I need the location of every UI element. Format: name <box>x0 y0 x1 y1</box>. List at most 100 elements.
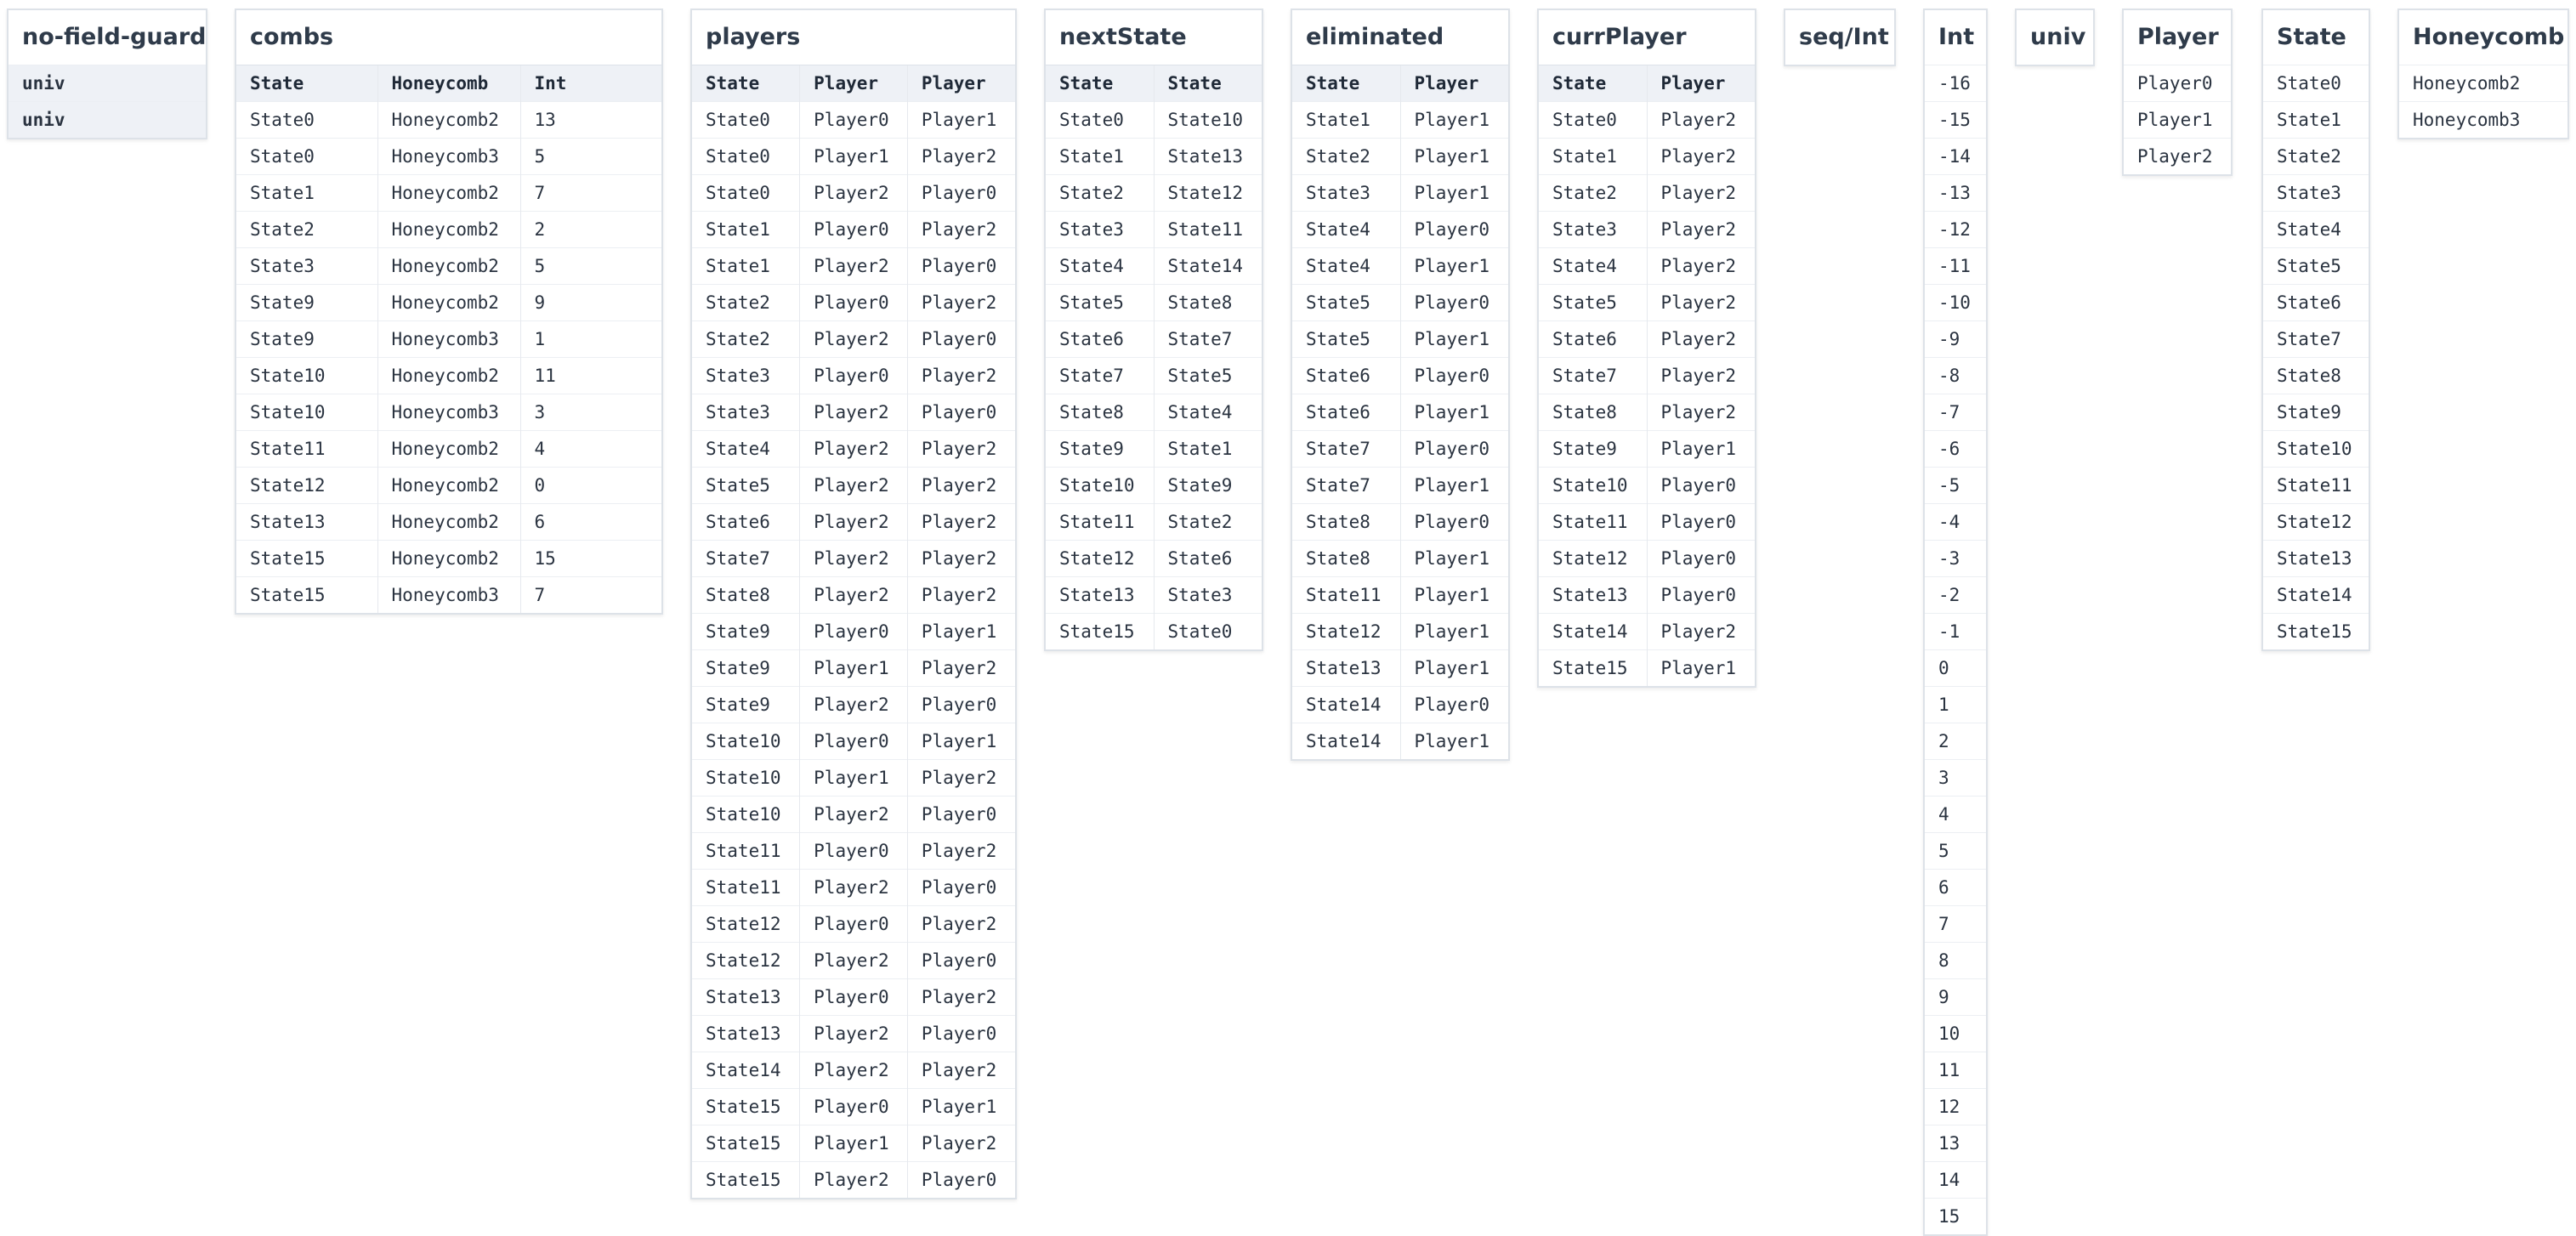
table-cell: Player2 <box>1646 101 1755 139</box>
table-cell: State9 <box>1153 467 1262 504</box>
relation-table: State Honeycomb Int State0 Honeycomb2 13 State… <box>236 65 661 613</box>
table-cell: 4 <box>1925 796 1986 833</box>
table-cell: State9 <box>692 649 800 687</box>
table-cell: Player2 <box>1646 174 1755 212</box>
table-cell: Honeycomb2 <box>377 247 520 285</box>
table-row: -10 <box>1925 284 1986 321</box>
table-row: State6 Player2 Player2 <box>692 503 1015 541</box>
table-row: -5 <box>1925 467 1986 504</box>
table-cell: State11 <box>692 832 800 870</box>
table-row: State0 Player2 <box>1539 101 1755 139</box>
table-cell: State14 <box>1292 723 1400 759</box>
table-cell: Player2 <box>1646 357 1755 394</box>
table-row: State11 Player0 <box>1539 503 1755 541</box>
table-row: -6 <box>1925 430 1986 468</box>
table-cell: Player2 <box>906 211 1015 248</box>
header-row: State Honeycomb Int <box>236 65 661 102</box>
table-row: State14 <box>2263 576 2369 614</box>
table-cell: Player0 <box>799 1088 908 1125</box>
table-row: State10 <box>2263 430 2369 468</box>
table-cell: 9 <box>1925 978 1986 1016</box>
table-row: -4 <box>1925 503 1986 541</box>
relation-table: Honeycomb2 Honeycomb3 <box>2399 65 2567 138</box>
column-header: State <box>236 65 377 102</box>
table-row: State1 Player0 Player2 <box>692 211 1015 248</box>
table-cell: State0 <box>692 101 800 139</box>
table-cell: Honeycomb3 <box>377 394 520 431</box>
table-cell: State9 <box>692 613 800 650</box>
table-cell: State0 <box>692 174 800 212</box>
table-row: State5 Player0 <box>1292 284 1508 321</box>
table-cell: State15 <box>2263 613 2369 649</box>
table-cell: State8 <box>2263 357 2369 394</box>
table-cell: Player2 <box>799 1161 908 1198</box>
table-cell: Player2 <box>906 540 1015 577</box>
table-title: Honeycomb <box>2413 24 2565 50</box>
table-cell: Honeycomb2 <box>377 284 520 321</box>
table-cell: State12 <box>1046 540 1154 577</box>
table-row: 3 <box>1925 759 1986 797</box>
table-cell: Player2 <box>906 1125 1015 1162</box>
table-cell: Player2 <box>799 247 908 285</box>
table-cell: State5 <box>1292 284 1400 321</box>
table-cell: State15 <box>236 540 377 577</box>
table-row: State12 Player0 Player2 <box>692 905 1015 943</box>
table-cell: 8 <box>1925 942 1986 979</box>
table-cell: -16 <box>1925 65 1986 102</box>
table-cell: State5 <box>2263 247 2369 285</box>
table-cell: -13 <box>1925 174 1986 212</box>
table-cell: Player2 <box>799 1052 908 1089</box>
table-row: State4 Player2 <box>1539 247 1755 285</box>
table-cell: State10 <box>1153 101 1262 139</box>
table-row: 14 <box>1925 1161 1986 1199</box>
table-row: State4 Player1 <box>1292 247 1508 285</box>
table-row: State7 Player0 <box>1292 430 1508 468</box>
table-cell: Player0 <box>1399 357 1508 394</box>
table-cell: Player2 <box>1646 613 1755 650</box>
table-cell: Player0 <box>906 247 1015 285</box>
table-row: 7 <box>1925 905 1986 943</box>
column-header: State <box>1046 65 1154 102</box>
table-row: State7 State5 <box>1046 357 1262 394</box>
table-cell: State6 <box>2263 284 2369 321</box>
table-cell: Player2 <box>799 869 908 906</box>
table-cell: State3 <box>1153 576 1262 614</box>
table-row: 15 <box>1925 1198 1986 1234</box>
column-header: State <box>1539 65 1647 102</box>
table-cell: State12 <box>1153 174 1262 212</box>
table-row: State12 Player1 <box>1292 613 1508 650</box>
table-cell: Player2 <box>799 576 908 614</box>
table-cell: State14 <box>1292 686 1400 723</box>
table-cell: State10 <box>692 759 800 797</box>
table-cell: Player0 <box>799 613 908 650</box>
table-cell: State15 <box>692 1125 800 1162</box>
table-cell: State3 <box>1539 211 1647 248</box>
table-cell: State3 <box>1046 211 1154 248</box>
column-header: State <box>1153 65 1262 102</box>
table-row: State10 Honeycomb3 3 <box>236 394 661 431</box>
table-cell: State2 <box>1292 138 1400 175</box>
table-cell: State12 <box>1292 613 1400 650</box>
table-cell: -5 <box>1925 467 1986 504</box>
table-cell: State12 <box>236 467 377 504</box>
table-cell: State2 <box>692 320 800 358</box>
table-cell: 1 <box>1925 686 1986 723</box>
table-cell: State2 <box>692 284 800 321</box>
table-cell: 6 <box>1925 869 1986 906</box>
table-row: -9 <box>1925 320 1986 358</box>
table-row: State3 State11 <box>1046 211 1262 248</box>
table-cell: State1 <box>1046 138 1154 175</box>
table-cell: State15 <box>236 576 377 613</box>
table-row: State1 Player2 Player0 <box>692 247 1015 285</box>
table-title: eliminated <box>1306 24 1444 50</box>
table-cell: Player1 <box>1399 723 1508 759</box>
table-row: State4 Player2 Player2 <box>692 430 1015 468</box>
table-row: 6 <box>1925 869 1986 906</box>
table-cell: Player2 <box>906 467 1015 504</box>
table-cell: 5 <box>519 138 661 175</box>
table-cell: State13 <box>236 503 377 541</box>
table-row: State8 Player2 <box>1539 394 1755 431</box>
table-cell: State0 <box>2263 65 2369 102</box>
table-cell: Player0 <box>906 796 1015 833</box>
table-cell: 14 <box>1925 1161 1986 1199</box>
